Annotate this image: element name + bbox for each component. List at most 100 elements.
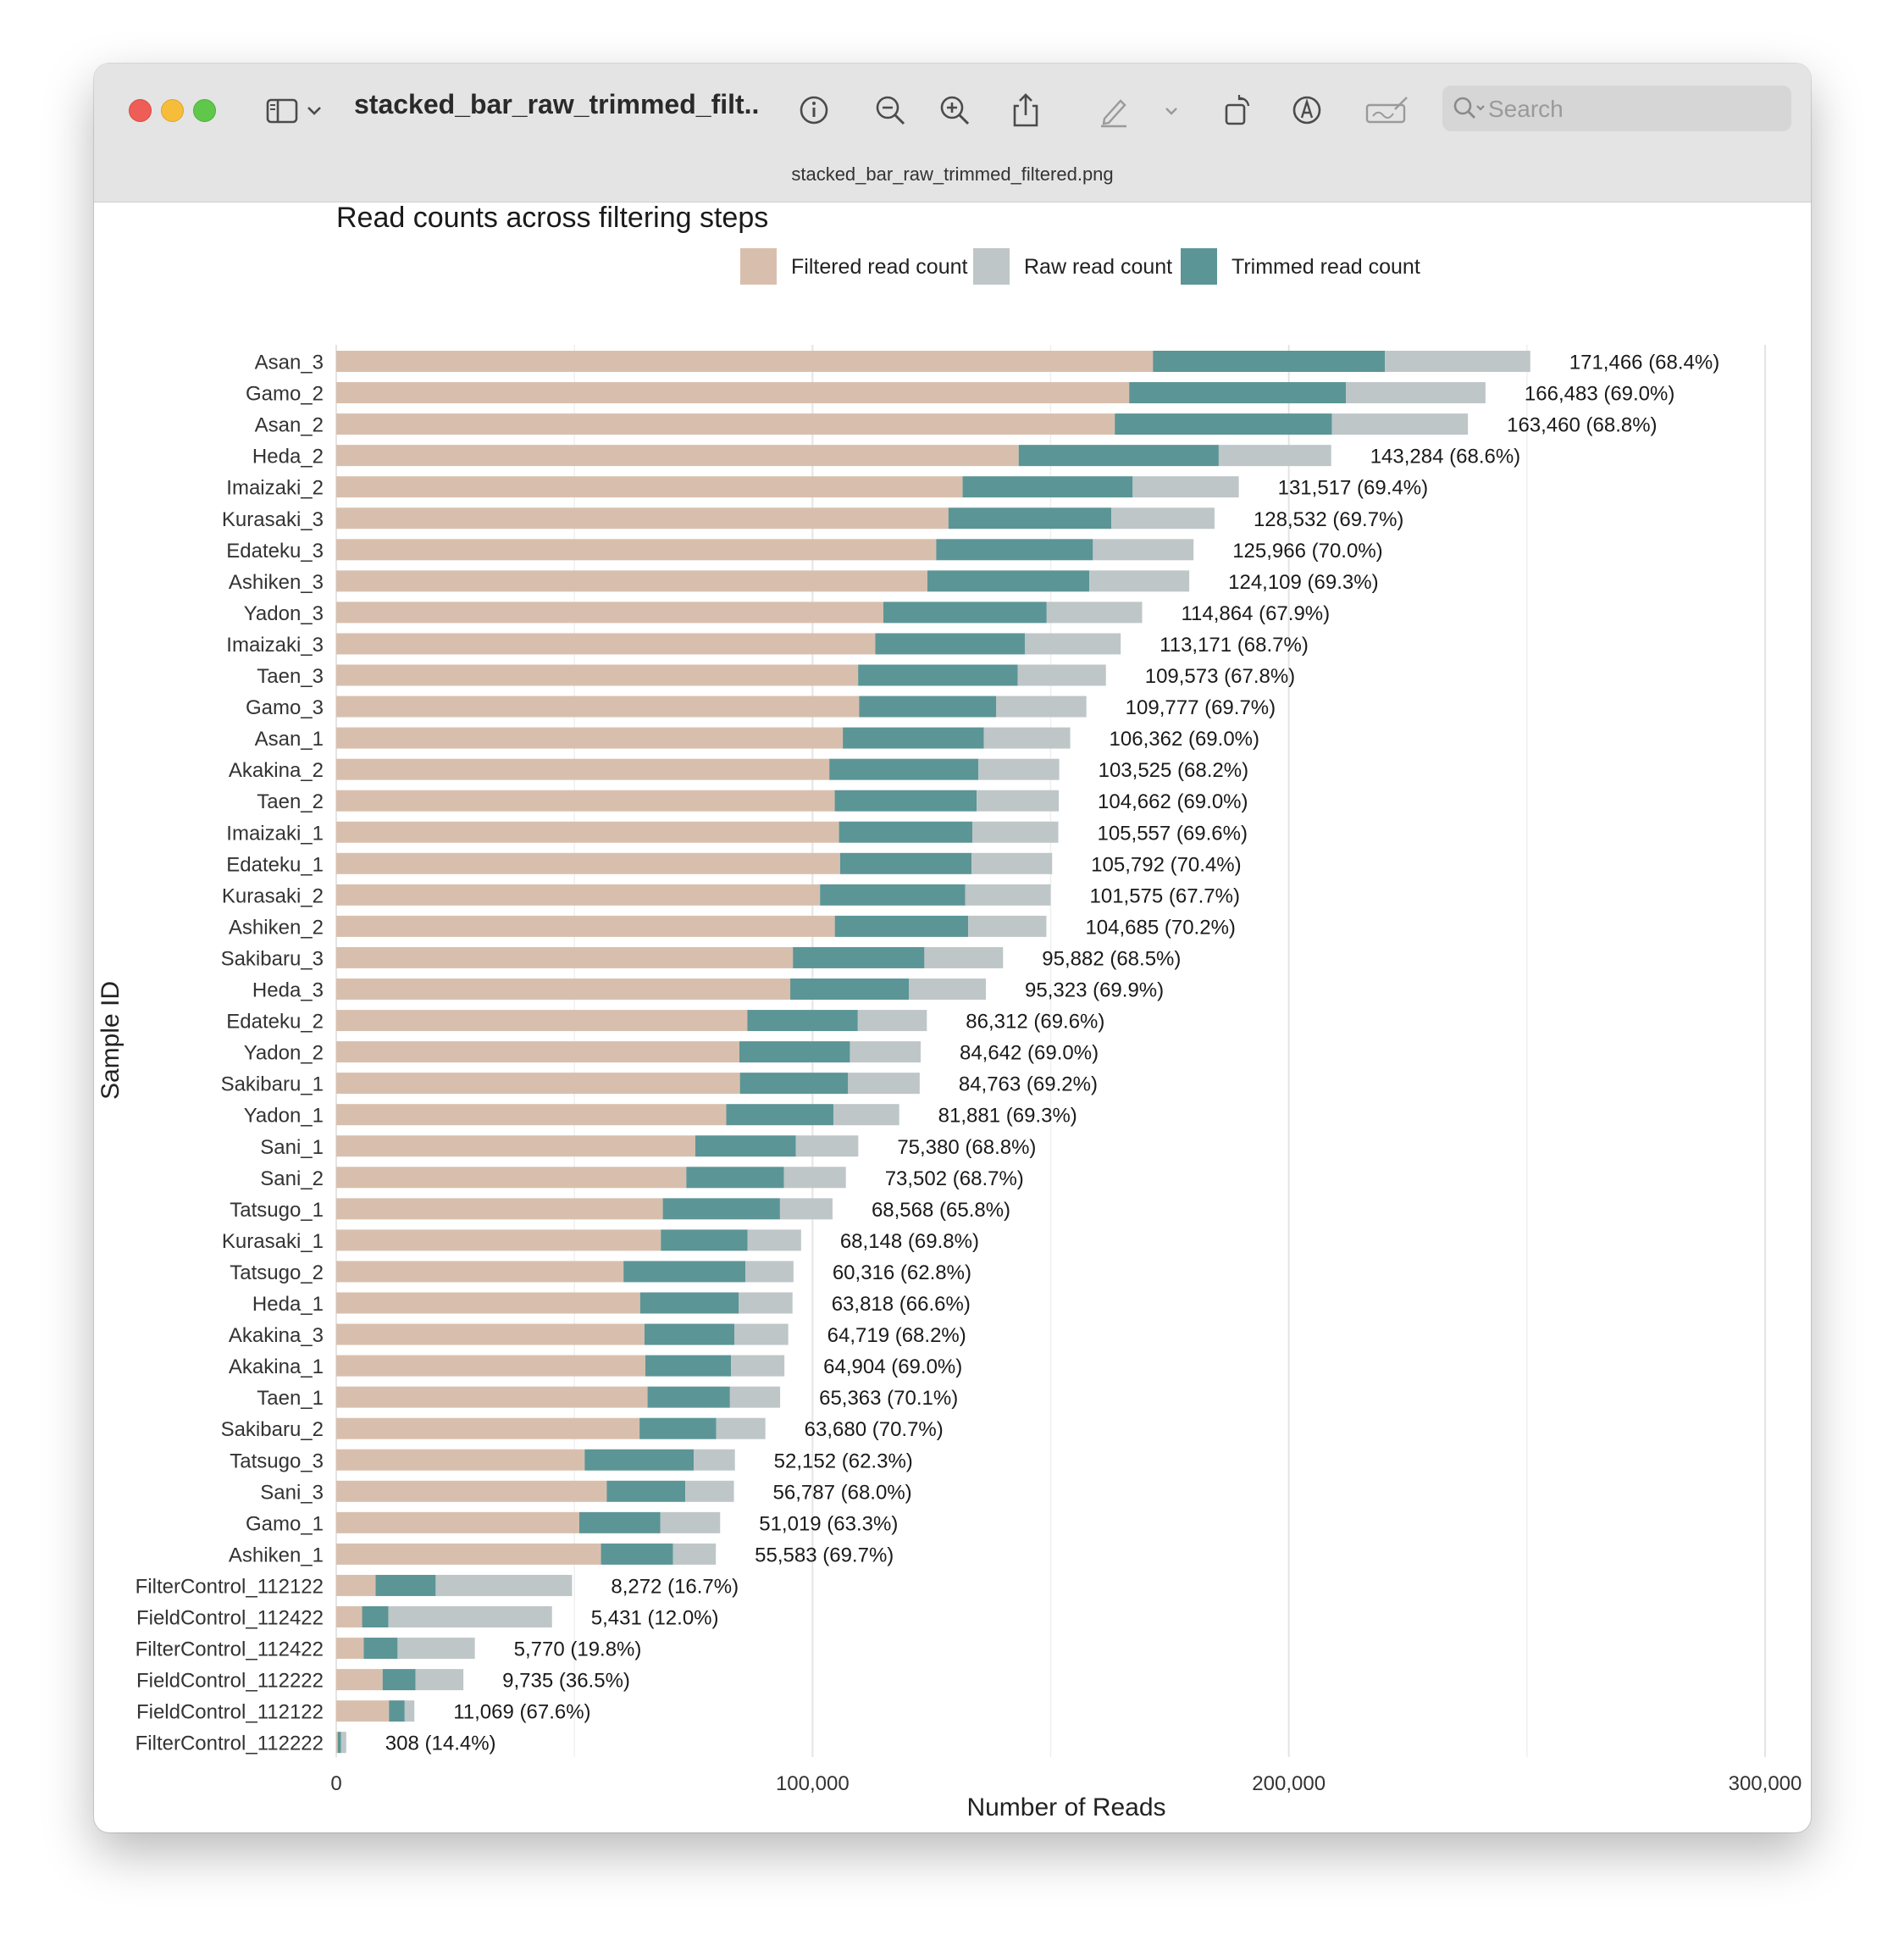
chart-title: Read counts across filtering steps — [336, 202, 768, 234]
bar-row — [336, 445, 1331, 467]
bar-trimmed — [606, 1480, 686, 1502]
bar-value-label: 113,171 (68.7%) — [1160, 634, 1309, 657]
markup-pen-icon — [1101, 99, 1126, 128]
share-button[interactable] — [1009, 91, 1043, 130]
y-tick-label: Imaizaki_3 — [226, 634, 324, 657]
bar-trimmed — [639, 1417, 717, 1439]
bar-value-label: 101,575 (67.7%) — [1090, 884, 1240, 907]
bar-trimmed — [859, 696, 997, 718]
bar-value-label: 114,864 (67.9%) — [1181, 602, 1330, 625]
y-tick-label: Heda_3 — [252, 979, 324, 1002]
bar-filtered — [336, 852, 840, 874]
x-tick-label: 300,000 — [1729, 1772, 1802, 1795]
window-title: stacked_bar_raw_trimmed_filt... — [354, 89, 761, 119]
bar-trimmed — [739, 1073, 849, 1095]
bar-filtered — [336, 1104, 727, 1126]
y-tick-label: Taen_3 — [257, 665, 324, 688]
bar-row — [336, 852, 1053, 874]
y-tick-label: Heda_2 — [252, 446, 324, 468]
bar-value-label: 73,502 (68.7%) — [885, 1167, 1024, 1190]
bar-raw — [404, 1700, 415, 1722]
zoom-in-button[interactable] — [938, 91, 971, 130]
rotate-button[interactable] — [1220, 91, 1254, 130]
bar-value-label: 9,735 (36.5%) — [502, 1670, 630, 1693]
bar-raw — [1093, 539, 1194, 561]
info-button[interactable] — [797, 91, 831, 130]
bar-row — [336, 946, 1004, 968]
rotate-icon — [1225, 95, 1250, 125]
bar-trimmed — [829, 758, 979, 780]
sidebar-toggle-button[interactable] — [265, 91, 299, 130]
bar-trimmed — [1018, 445, 1219, 467]
bar-filtered — [336, 696, 860, 718]
legend-item: Filtered read count — [740, 248, 968, 285]
bar-value-label: 166,483 (69.0%) — [1525, 383, 1674, 406]
bar-filtered — [336, 1417, 640, 1439]
highlight-menu-button[interactable] — [1163, 91, 1180, 130]
bar-filtered — [336, 1669, 383, 1691]
bar-filtered — [336, 1198, 663, 1220]
zoom-out-button[interactable] — [873, 91, 907, 130]
bar-filtered — [336, 1135, 695, 1157]
bar-trimmed — [834, 915, 969, 937]
bar-trimmed — [948, 507, 1112, 529]
y-tick-label: Imaizaki_1 — [226, 822, 324, 845]
markup-button[interactable] — [1290, 91, 1324, 130]
search-field[interactable] — [1442, 86, 1791, 133]
bar-value-label: 84,763 (69.2%) — [959, 1073, 1098, 1096]
bar-filtered — [336, 884, 821, 906]
bar-filtered — [336, 758, 830, 780]
bar-row — [336, 758, 1060, 780]
close-window-button[interactable] — [129, 99, 152, 122]
bar-trimmed — [601, 1543, 673, 1565]
y-tick-label: Taen_2 — [257, 790, 324, 813]
bar-filtered — [336, 633, 876, 655]
bar-trimmed — [739, 1041, 850, 1063]
bar-value-label: 11,069 (67.6%) — [453, 1701, 590, 1724]
bar-raw — [1346, 382, 1486, 404]
maximize-window-button[interactable] — [193, 99, 216, 122]
bar-row — [336, 790, 1060, 812]
y-tick-label: FilterControl_112422 — [136, 1638, 324, 1661]
bar-trimmed — [839, 852, 972, 874]
bar-trimmed — [382, 1669, 416, 1691]
bar-trimmed — [375, 1574, 436, 1596]
y-tick-label: Tatsugo_1 — [230, 1199, 324, 1222]
search-input[interactable] — [1486, 86, 1778, 133]
bar-trimmed — [389, 1700, 405, 1722]
bar-filtered — [336, 413, 1115, 435]
bar-raw — [340, 1732, 346, 1754]
bar-filtered — [336, 946, 794, 968]
sidebar-menu-button[interactable] — [306, 91, 323, 130]
y-tick-label: Akakina_1 — [229, 1355, 324, 1378]
bar-value-label: 105,792 (70.4%) — [1091, 853, 1241, 876]
bar-row — [336, 1417, 766, 1439]
bar-row — [336, 1606, 552, 1627]
highlight-button[interactable] — [1097, 91, 1131, 130]
bar-value-label: 109,777 (69.7%) — [1126, 696, 1276, 719]
signature-icon — [1365, 97, 1408, 124]
bar-trimmed — [645, 1355, 732, 1377]
x-tick-label: 100,000 — [776, 1772, 850, 1795]
bar-raw — [1024, 633, 1121, 655]
bar-filtered — [336, 602, 883, 624]
y-tick-label: Sani_1 — [260, 1136, 324, 1159]
bar-value-label: 105,557 (69.6%) — [1097, 822, 1247, 845]
signature-button[interactable] — [1364, 91, 1410, 130]
bar-filtered — [336, 978, 791, 1000]
bar-row — [336, 1104, 899, 1126]
y-tick-label: Taen_1 — [257, 1387, 324, 1410]
bar-value-label: 63,680 (70.7%) — [805, 1418, 944, 1441]
y-tick-label: FilterControl_112122 — [136, 1575, 324, 1598]
bar-value-label: 64,904 (69.0%) — [823, 1355, 962, 1378]
bar-value-label: 8,272 (16.7%) — [611, 1575, 739, 1598]
bar-raw — [747, 1229, 801, 1251]
x-tick-label: 0 — [330, 1772, 341, 1795]
bar-trimmed — [793, 946, 925, 968]
bar-value-label: 103,525 (68.2%) — [1099, 759, 1248, 782]
bar-raw — [1111, 507, 1215, 529]
minimize-window-button[interactable] — [161, 99, 184, 122]
bar-value-label: 56,787 (68.0%) — [773, 1481, 912, 1504]
bar-row — [336, 1732, 346, 1754]
y-tick-label: Gamo_2 — [246, 383, 324, 406]
